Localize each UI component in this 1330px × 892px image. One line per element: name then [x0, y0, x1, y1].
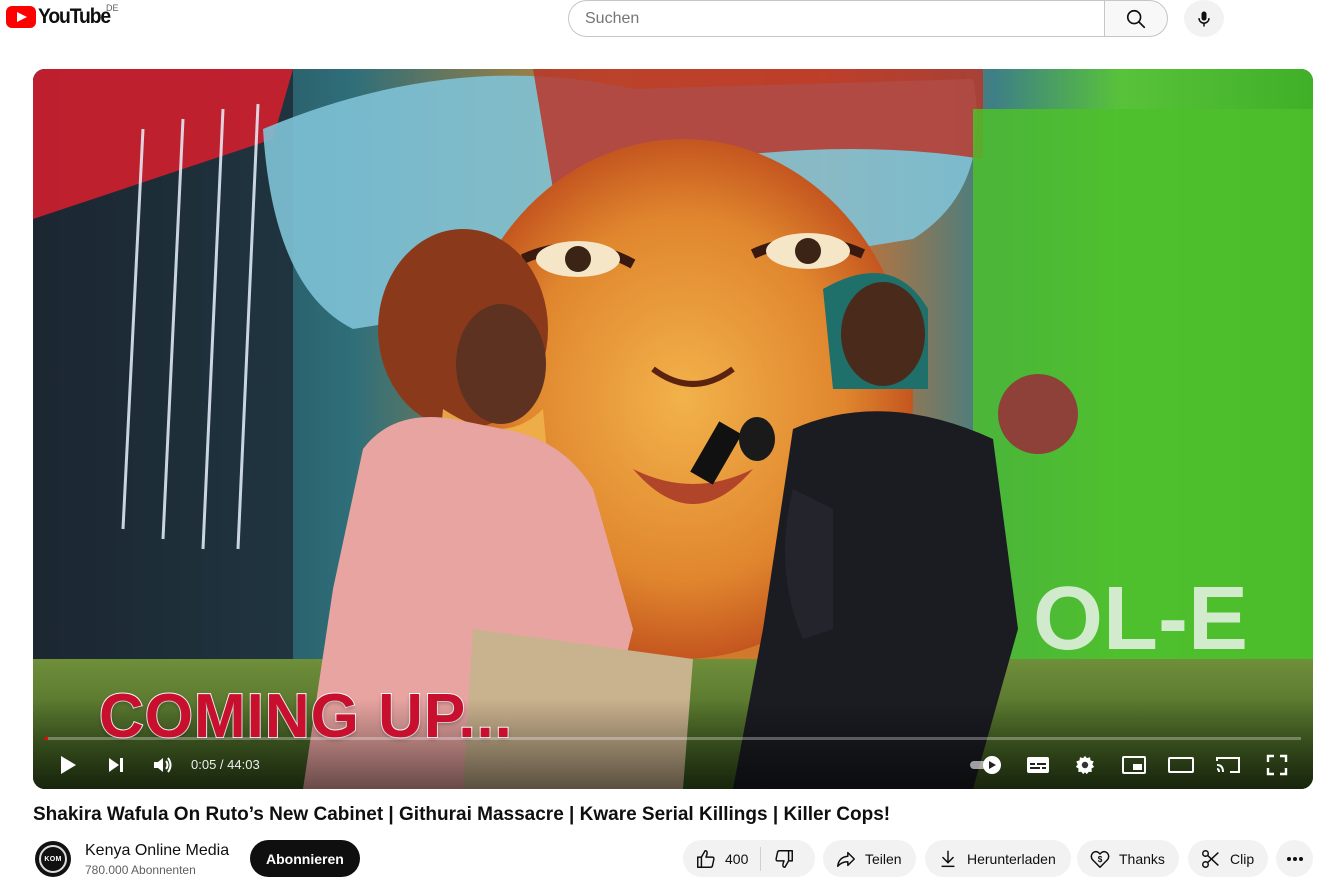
video-title: Shakira Wafula On Ruto’s New Cabinet | G… [33, 804, 891, 825]
thanks-button[interactable]: $ Thanks [1077, 840, 1179, 877]
play-icon [61, 756, 76, 774]
autoplay-toggle-icon [970, 756, 1001, 774]
download-icon [937, 848, 959, 870]
like-icon [695, 848, 717, 870]
share-label: Teilen [865, 850, 902, 867]
youtube-logo[interactable]: YouTube DE [6, 3, 119, 29]
progress-played [45, 737, 48, 740]
search-bar [568, 0, 1168, 37]
subscribe-button[interactable]: Abonnieren [250, 840, 360, 877]
search-icon [1126, 9, 1146, 28]
autoplay-toggle[interactable] [967, 751, 1005, 779]
channel-meta: Kenya Online Media 780.000 Abonnenten [85, 841, 229, 878]
settings-button[interactable] [1071, 751, 1099, 779]
thanks-label: Thanks [1119, 850, 1165, 867]
next-button[interactable] [103, 751, 129, 779]
like-dislike-group: 400 [683, 840, 815, 877]
subtitles-icon [1027, 757, 1049, 773]
miniplayer-button[interactable] [1119, 751, 1149, 779]
settings-icon [1075, 755, 1095, 775]
channel-owner: KOM Kenya Online Media 780.000 Abonnente… [35, 840, 229, 878]
play-button[interactable] [55, 751, 81, 779]
download-button[interactable]: Herunterladen [925, 840, 1071, 877]
channel-avatar-text: KOM [39, 845, 67, 873]
next-icon [109, 758, 123, 772]
logo-wordmark: YouTube [38, 5, 111, 28]
theater-mode-button[interactable] [1166, 751, 1196, 779]
mic-icon [1198, 11, 1210, 26]
clip-label: Clip [1230, 850, 1255, 867]
progress-bar[interactable] [45, 737, 1301, 740]
voice-search-button[interactable] [1184, 0, 1224, 37]
clip-button[interactable]: Clip [1188, 840, 1269, 877]
region-code: DE [106, 3, 119, 13]
svg-text:$: $ [1098, 854, 1103, 863]
subtitles-button[interactable] [1023, 751, 1053, 779]
search-button[interactable] [1104, 0, 1168, 37]
fullscreen-button[interactable] [1263, 751, 1291, 779]
more-icon [1286, 856, 1303, 861]
subscriber-count: 780.000 Abonnenten [85, 862, 196, 877]
time-display: 0:05 / 44:03 [191, 757, 260, 772]
channel-name[interactable]: Kenya Online Media [85, 841, 229, 861]
share-button[interactable]: Teilen [823, 840, 916, 877]
channel-avatar[interactable]: KOM [35, 841, 71, 877]
dislike-button[interactable] [761, 840, 809, 877]
video-player[interactable]: OL-E COMING UP... 0:05 / 44:03 [33, 69, 1313, 789]
fullscreen-icon [1266, 754, 1288, 776]
download-label: Herunterladen [967, 850, 1056, 867]
thanks-icon: $ [1089, 848, 1111, 870]
masthead: YouTube DE [0, 0, 1330, 56]
cast-button[interactable] [1213, 751, 1243, 779]
dislike-icon [773, 848, 795, 870]
volume-button[interactable] [149, 751, 177, 779]
svg-text:OL-E: OL-E [1033, 569, 1248, 669]
youtube-logo-icon [6, 6, 36, 28]
more-actions-button[interactable] [1276, 840, 1313, 877]
clip-icon [1200, 848, 1222, 870]
miniplayer-icon [1122, 756, 1146, 774]
search-input[interactable] [585, 9, 1104, 28]
like-button[interactable]: 400 [683, 840, 760, 877]
volume-icon [154, 757, 172, 773]
cast-icon [1216, 757, 1240, 773]
like-count: 400 [725, 850, 749, 867]
search-box [568, 0, 1104, 37]
theater-icon [1168, 757, 1194, 773]
share-icon [835, 848, 857, 870]
video-overlay-text: COMING UP... [98, 681, 513, 752]
